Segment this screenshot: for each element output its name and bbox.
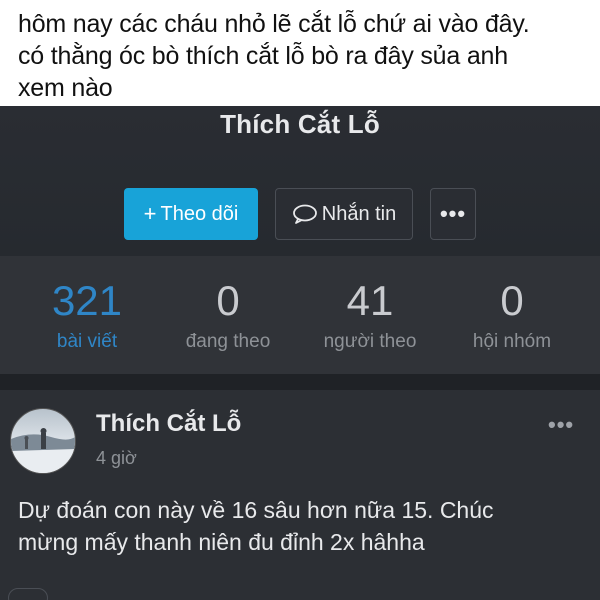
follow-button[interactable]: + Theo dõi [124, 188, 258, 240]
caption-line: hôm nay các cháu nhỏ lẽ cắt lỗ chứ ai và… [18, 10, 530, 38]
post-author[interactable]: Thích Cắt Lỗ [96, 410, 241, 438]
post-text: Dự đoán con này về 16 sâu hơn nữa 15. Ch… [18, 494, 588, 558]
message-button[interactable]: Nhắn tin [275, 188, 413, 240]
avatar[interactable] [10, 408, 76, 474]
post-text-line: Dự đoán con này về 16 sâu hơn nữa 15. Ch… [18, 497, 494, 523]
stat-label: hội nhóm [472, 331, 552, 352]
more-dots-icon[interactable]: ••• [548, 412, 574, 438]
section-divider [0, 374, 600, 390]
stat-label: bài viết [56, 331, 118, 352]
post-time: 4 giờ [96, 448, 137, 468]
caption-line: xem nào [18, 74, 113, 102]
post-card: Thích Cắt Lỗ 4 giờ ••• Dự đoán con này v… [0, 390, 600, 600]
reaction-button[interactable] [8, 588, 48, 600]
stat-followers[interactable]: 41 người theo [300, 276, 440, 356]
message-bubble-icon [292, 204, 317, 224]
stat-following[interactable]: 0 đang theo [158, 276, 298, 356]
more-dots-icon: ••• [439, 201, 467, 226]
stat-value: 0 [216, 277, 240, 324]
message-label: Nhắn tin [321, 202, 397, 225]
follow-label: Theo dõi [160, 202, 239, 225]
stat-label: đang theo [185, 331, 271, 352]
stat-groups[interactable]: 0 hội nhóm [442, 276, 582, 356]
plus-icon: + [143, 201, 157, 226]
post-caption: hôm nay các cháu nhỏ lẽ cắt lỗ chứ ai và… [0, 0, 600, 106]
avatar-photo [11, 428, 75, 473]
stat-value: 321 [51, 277, 123, 324]
profile-name: Thích Cắt Lỗ [220, 109, 380, 139]
stat-label: người theo [323, 331, 417, 352]
profile-header: Thích Cắt Lỗ + Theo dõi Nhắn tin ••• [0, 106, 600, 256]
profile-stats: 321 bài viết 0 đang theo 41 người theo 0… [0, 256, 600, 374]
stat-value: 0 [500, 277, 524, 324]
stat-value: 41 [346, 277, 394, 324]
stat-posts[interactable]: 321 bài viết [17, 276, 157, 356]
more-options-button[interactable]: ••• [430, 188, 476, 240]
caption-line: có thằng óc bò thích cắt lỗ bò ra đây sủ… [18, 42, 508, 70]
post-text-line: mừng mấy thanh niên đu đỉnh 2x hâhha [18, 529, 425, 555]
